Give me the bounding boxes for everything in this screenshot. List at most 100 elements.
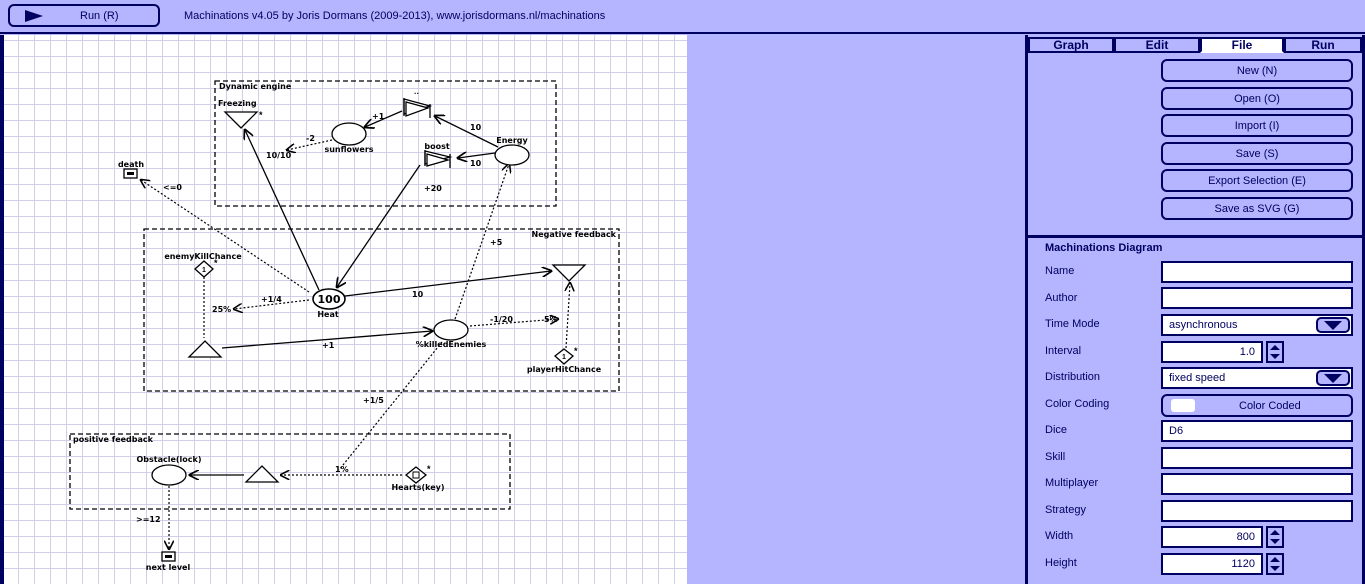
label-pct5: 5%: [544, 315, 558, 324]
label-pct1: 1%: [335, 465, 349, 474]
diagram-svg[interactable]: Dynamic engine Negative feedback positiv…: [4, 35, 687, 584]
time-mode-select[interactable]: asynchronous: [1161, 314, 1353, 336]
chevron-down-icon: [1324, 374, 1342, 383]
height-stepper[interactable]: [1266, 553, 1284, 575]
label-le0: <=0: [163, 183, 182, 192]
properties-title: Machinations Diagram: [1045, 242, 1163, 254]
name-label: Name: [1045, 265, 1075, 277]
height-field[interactable]: 1120: [1161, 553, 1263, 575]
skill-field[interactable]: [1161, 447, 1353, 469]
app-title: Machinations v4.05 by Joris Dormans (200…: [184, 10, 606, 22]
group-positive-feedback[interactable]: [69, 433, 511, 510]
interval-stepper[interactable]: [1266, 341, 1284, 363]
color-coding-button[interactable]: Color Coded: [1161, 394, 1353, 417]
play-icon: [25, 10, 43, 22]
killed-enemies-pool[interactable]: [433, 319, 469, 341]
strategy-label: Strategy: [1045, 504, 1086, 516]
label-plus1-5: +1/5: [363, 396, 384, 405]
tab-edit[interactable]: Edit: [1114, 37, 1200, 53]
hearts-dice-icon: [412, 471, 420, 479]
tab-file[interactable]: File: [1200, 37, 1284, 53]
killed-enemies-label: %killedEnemies: [416, 340, 487, 349]
label-pct25: 25%: [212, 305, 231, 314]
drain-node[interactable]: [551, 264, 587, 282]
flow-boost-to-heat[interactable]: [337, 164, 421, 287]
label-ten-a: 10: [470, 123, 482, 132]
freezing-drain[interactable]: [223, 111, 259, 129]
interval-label: Interval: [1045, 345, 1082, 357]
stepper-arrows-icon: [1270, 530, 1280, 544]
heat-label: Heat: [317, 310, 339, 319]
hit-dice-icon: 1: [562, 354, 566, 361]
group-label-positive-feedback: positive feedback: [73, 435, 154, 444]
width-field[interactable]: 800: [1161, 526, 1263, 548]
tab-graph[interactable]: Graph: [1028, 37, 1114, 53]
death-label: death: [118, 160, 144, 169]
label-plus20: +20: [424, 184, 442, 193]
stepper-arrows-icon: [1270, 557, 1280, 571]
author-field[interactable]: [1161, 287, 1353, 309]
group-label-negative-feedback: Negative feedback: [532, 230, 617, 239]
diagram-canvas[interactable]: Dynamic engine Negative feedback positiv…: [0, 35, 687, 584]
distribution-value: fixed speed: [1169, 372, 1226, 384]
run-button[interactable]: Run (R): [8, 4, 160, 27]
width-stepper[interactable]: [1266, 526, 1284, 548]
freezing-label: Freezing: [218, 99, 257, 108]
save-button[interactable]: Save (S): [1161, 142, 1353, 165]
chevron-down-icon: [1324, 321, 1342, 330]
label-minus1-20: -1/20: [490, 315, 513, 324]
label-ge12: >=12: [136, 515, 161, 524]
stepper-arrows-icon: [1270, 345, 1280, 359]
author-label: Author: [1045, 292, 1078, 304]
dice-field[interactable]: D6: [1161, 420, 1353, 442]
color-swatch: [1171, 399, 1195, 412]
converter-icon[interactable]: [403, 98, 433, 118]
death-end-icon: [127, 172, 134, 175]
label-plus1-4: +1/4: [261, 295, 282, 304]
interval-field[interactable]: 1.0: [1161, 341, 1263, 363]
distribution-label: Distribution: [1045, 371, 1101, 383]
energy-pool[interactable]: [494, 144, 530, 166]
player-hit-star-icon: *: [574, 346, 578, 356]
hearts-label: Hearts(key): [391, 483, 444, 492]
next-level-end-icon: [165, 555, 172, 558]
sunflowers-pool[interactable]: [331, 122, 367, 146]
flow-heat-to-drain[interactable]: [344, 271, 551, 297]
color-coding-value: Color Coded: [1239, 400, 1301, 412]
state-hit-to-drain[interactable]: [566, 283, 570, 349]
label-ten-ten: 10/10: [266, 151, 292, 160]
state-heat-to-death[interactable]: [141, 180, 310, 293]
obstacle-pool[interactable]: [151, 464, 187, 486]
converter-dots-icon: ··: [414, 89, 419, 98]
source-node[interactable]: [187, 340, 223, 358]
export-selection-button[interactable]: Export Selection (E): [1161, 169, 1353, 192]
time-mode-label: Time Mode: [1045, 318, 1100, 330]
time-mode-dropdown-button[interactable]: [1316, 317, 1350, 333]
hearts-star-icon: *: [427, 464, 431, 474]
label-ten-c: 10: [412, 290, 424, 299]
save-as-svg-button[interactable]: Save as SVG (G): [1161, 197, 1353, 220]
obstacle-label: Obstacle(lock): [136, 455, 201, 464]
state-killed-to-hearts[interactable]: [338, 341, 443, 471]
name-field[interactable]: [1161, 261, 1353, 283]
distribution-dropdown-button[interactable]: [1316, 370, 1350, 386]
multiplayer-field[interactable]: [1161, 473, 1353, 495]
boost-converter-icon[interactable]: [424, 150, 453, 168]
strategy-field[interactable]: [1161, 500, 1353, 522]
time-mode-value: asynchronous: [1169, 319, 1238, 331]
color-coding-label: Color Coding: [1045, 398, 1110, 410]
new-button[interactable]: New (N): [1161, 59, 1353, 82]
import-button[interactable]: Import (I): [1161, 114, 1353, 137]
group-label-dynamic-engine: Dynamic engine: [219, 82, 292, 91]
tab-run[interactable]: Run: [1284, 37, 1362, 53]
open-button[interactable]: Open (O): [1161, 87, 1353, 110]
label-ten-b: 10: [470, 159, 482, 168]
sunflowers-label: sunflowers: [324, 145, 373, 154]
panel-divider: [1028, 235, 1362, 238]
height-label: Height: [1045, 557, 1077, 569]
flow-energy-to-boost[interactable]: [458, 153, 496, 158]
dice-label: Dice: [1045, 424, 1068, 436]
player-hit-chance-label: playerHitChance: [527, 365, 602, 374]
distribution-select[interactable]: fixed speed: [1161, 367, 1353, 389]
pool-source-node[interactable]: [244, 465, 280, 483]
